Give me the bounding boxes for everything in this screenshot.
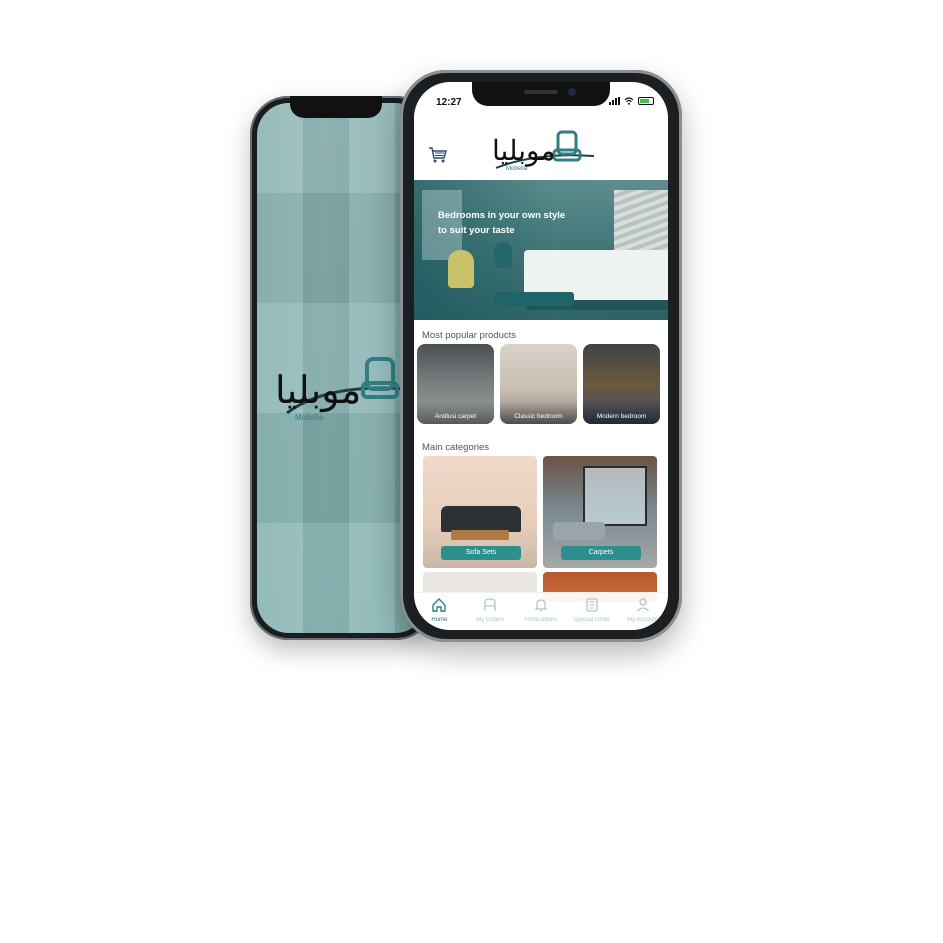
nav-label: My Account [627, 617, 659, 623]
document-icon [586, 598, 598, 612]
logo-text: موبليا [492, 134, 556, 167]
splash-logo: موبليا [275, 357, 408, 415]
nav-my-account[interactable]: My Account [617, 593, 668, 630]
battery-icon [638, 97, 654, 105]
product-card-label: Classic bedroom [514, 413, 563, 420]
hero-text-line2: to suit your taste [438, 225, 515, 236]
user-icon [636, 598, 649, 612]
nav-my-orders[interactable]: My Orders [465, 593, 516, 630]
category-button-sofa-sets[interactable]: Sofa Sets [441, 546, 521, 560]
home-icon [432, 598, 447, 612]
bell-icon [534, 599, 548, 612]
product-card-label: Andlusi carpet [434, 413, 477, 420]
nav-special-order[interactable]: Special Order [566, 593, 617, 630]
nav-label: Notifications [524, 617, 558, 623]
wifi-icon [624, 97, 634, 105]
app-logo: موبليا [492, 130, 595, 169]
nav-notifications[interactable]: Notifications [516, 593, 567, 630]
popular-title: Most popular products [422, 330, 516, 341]
back-phone-notch [290, 96, 382, 118]
product-card-classic-bedroom[interactable]: Classic bedroom [500, 344, 577, 424]
bottom-nav: Home My Orders Notifications Special Ord… [414, 592, 668, 630]
nav-label: Home [431, 617, 448, 623]
hero-text-line1: Bedrooms in your own style [438, 210, 566, 221]
product-card-andlusi-carpet[interactable]: Andlusi carpet [417, 344, 494, 424]
nav-label: My Orders [476, 617, 505, 623]
hero-banner[interactable]: Bedrooms in your own style to suit your … [414, 180, 668, 320]
nav-label: Special Order [573, 617, 611, 623]
product-card-modern-bedroom[interactable]: Modern bedroom [583, 344, 660, 424]
category-card-carpets[interactable]: Carpets [543, 456, 657, 568]
status-time: 12:27 [436, 97, 462, 108]
front-phone-notch [472, 82, 610, 106]
orders-icon [484, 598, 496, 611]
category-card-sofa-sets[interactable]: Sofa Sets [423, 456, 537, 568]
cart-icon[interactable] [428, 146, 448, 164]
home-screen: 12:27 موبليا Mobelia Bedrooms in your ow… [414, 82, 668, 630]
nav-home[interactable]: Home [414, 593, 465, 630]
splash-logo-caption: Mobelia [295, 413, 324, 422]
front-phone: 12:27 موبليا Mobelia Bedrooms in your ow… [400, 70, 682, 642]
splash-logo-text: موبليا [275, 368, 361, 413]
logo-caption: Mobelia [506, 166, 528, 172]
status-icons [609, 97, 654, 105]
product-card-label: Modern bedroom [596, 413, 647, 420]
category-button-carpets[interactable]: Carpets [561, 546, 641, 560]
signal-icon [609, 97, 620, 105]
hero-text: Bedrooms in your own style to suit your … [438, 208, 588, 238]
categories-title: Main categories [422, 442, 490, 453]
